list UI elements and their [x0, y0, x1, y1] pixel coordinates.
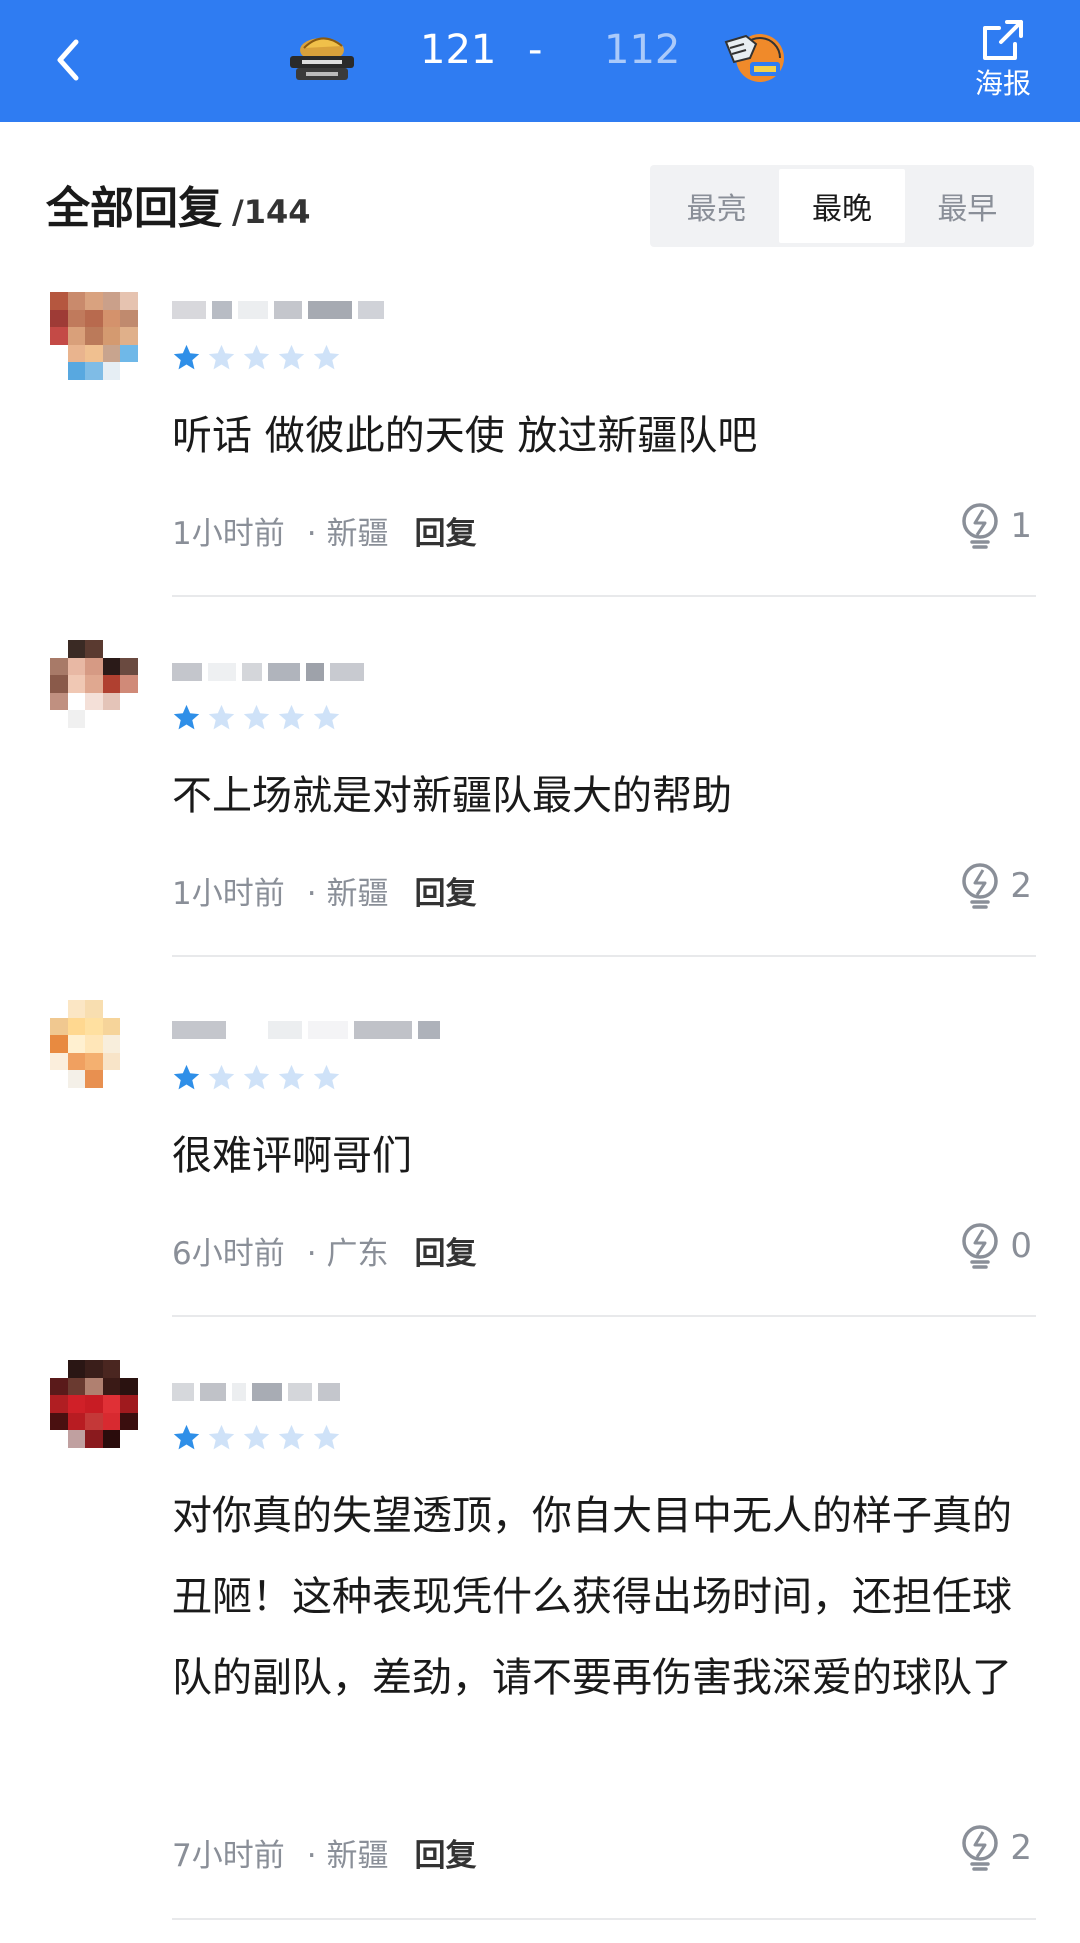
- username-blurred: [172, 652, 412, 692]
- star-empty-icon: [313, 1064, 340, 1090]
- replies-title-label: 全部回复: [46, 183, 222, 234]
- chevron-left-icon: [57, 39, 79, 81]
- star-empty-icon: [313, 1424, 340, 1450]
- star-filled-icon: [173, 1424, 200, 1450]
- comment-text: 听话 做彼此的天使 放过新疆队吧: [172, 413, 758, 459]
- divider: [172, 1315, 1036, 1317]
- lightbulb-icon: [962, 863, 999, 909]
- star-empty-icon: [313, 704, 340, 730]
- avatar[interactable]: [50, 1360, 138, 1448]
- comment-time: 7小时前: [172, 1838, 285, 1874]
- comment-location: · 广东: [306, 1236, 389, 1272]
- comment-location: · 新疆: [306, 876, 389, 912]
- comment-meta: 1小时前 · 新疆 回复: [172, 508, 476, 553]
- star-empty-icon: [278, 1424, 305, 1450]
- avatar[interactable]: [50, 640, 138, 728]
- sort-tab-latest[interactable]: 最晚: [779, 169, 905, 243]
- star-empty-icon: [278, 1064, 305, 1090]
- lightbulb-icon: [962, 503, 999, 549]
- star-empty-icon: [208, 704, 235, 730]
- like-count: 2: [1010, 1828, 1032, 1868]
- reply-button[interactable]: 回复: [414, 868, 476, 913]
- star-empty-icon: [208, 1064, 235, 1090]
- like-count: 0: [1010, 1226, 1032, 1266]
- star-empty-icon: [243, 344, 270, 370]
- star-empty-icon: [278, 344, 305, 370]
- score-separator: -: [528, 27, 543, 73]
- away-score: 112: [604, 27, 681, 73]
- sort-tab-earliest[interactable]: 最早: [905, 169, 1030, 243]
- share-icon: [983, 20, 1023, 60]
- comment-text: 不上场就是对新疆队最大的帮助: [172, 773, 732, 819]
- star-empty-icon: [313, 344, 340, 370]
- reply-button[interactable]: 回复: [414, 508, 476, 553]
- like-button[interactable]: 0: [958, 1222, 1032, 1270]
- avatar[interactable]: [50, 292, 138, 380]
- comment-time: 6小时前: [172, 1236, 285, 1272]
- rating-stars: [172, 343, 341, 372]
- comment-meta: 6小时前 · 广东 回复: [172, 1228, 476, 1273]
- star-empty-icon: [243, 1064, 270, 1090]
- star-empty-icon: [208, 344, 235, 370]
- comment-meta: 7小时前 · 新疆 回复: [172, 1830, 476, 1875]
- sort-tab-hottest[interactable]: 最亮: [654, 169, 779, 243]
- replies-title: 全部回复/144: [46, 172, 310, 236]
- sort-tabs: 最亮 最晚 最早: [650, 165, 1034, 247]
- username-blurred: [172, 290, 412, 330]
- share-label: 海报: [974, 67, 1031, 100]
- replies-count: /144: [232, 193, 311, 231]
- like-count: 2: [1010, 866, 1032, 906]
- rating-stars: [172, 1063, 341, 1092]
- share-poster-button[interactable]: 海报: [968, 12, 1038, 108]
- top-bar: 121 - 112 海报: [0, 0, 1080, 122]
- comment-location: · 新疆: [306, 1838, 389, 1874]
- star-filled-icon: [173, 704, 200, 730]
- home-score: 121: [420, 27, 497, 73]
- home-team-logo[interactable]: [282, 22, 362, 92]
- comment-time: 1小时前: [172, 516, 285, 552]
- comment-text: 很难评啊哥们: [172, 1133, 412, 1179]
- avatar[interactable]: [50, 1000, 138, 1088]
- reply-button[interactable]: 回复: [414, 1228, 476, 1273]
- back-button[interactable]: [40, 30, 100, 90]
- lightbulb-icon: [962, 1825, 999, 1871]
- star-filled-icon: [173, 1064, 200, 1090]
- like-button[interactable]: 2: [958, 1824, 1032, 1872]
- rating-stars: [172, 703, 341, 732]
- like-count: 1: [1010, 506, 1032, 546]
- like-button[interactable]: 2: [958, 862, 1032, 910]
- like-button[interactable]: 1: [958, 502, 1032, 550]
- comment-location: · 新疆: [306, 516, 389, 552]
- star-empty-icon: [278, 704, 305, 730]
- username-blurred: [172, 1010, 492, 1050]
- rating-stars: [172, 1423, 341, 1452]
- comment-meta: 1小时前 · 新疆 回复: [172, 868, 476, 913]
- star-filled-icon: [173, 344, 200, 370]
- star-empty-icon: [208, 1424, 235, 1450]
- star-empty-icon: [243, 1424, 270, 1450]
- away-team-logo[interactable]: [716, 22, 796, 92]
- divider: [172, 595, 1036, 597]
- comment-time: 1小时前: [172, 876, 285, 912]
- comment-text: 对你真的失望透顶，你自大目中无人的样子真的丑陋！这种表现凭什么获得出场时间，还担…: [172, 1493, 1012, 1701]
- username-blurred: [172, 1372, 412, 1412]
- lightbulb-icon: [962, 1223, 999, 1269]
- star-empty-icon: [243, 704, 270, 730]
- divider: [172, 1918, 1036, 1920]
- divider: [172, 955, 1036, 957]
- reply-button[interactable]: 回复: [414, 1830, 476, 1875]
